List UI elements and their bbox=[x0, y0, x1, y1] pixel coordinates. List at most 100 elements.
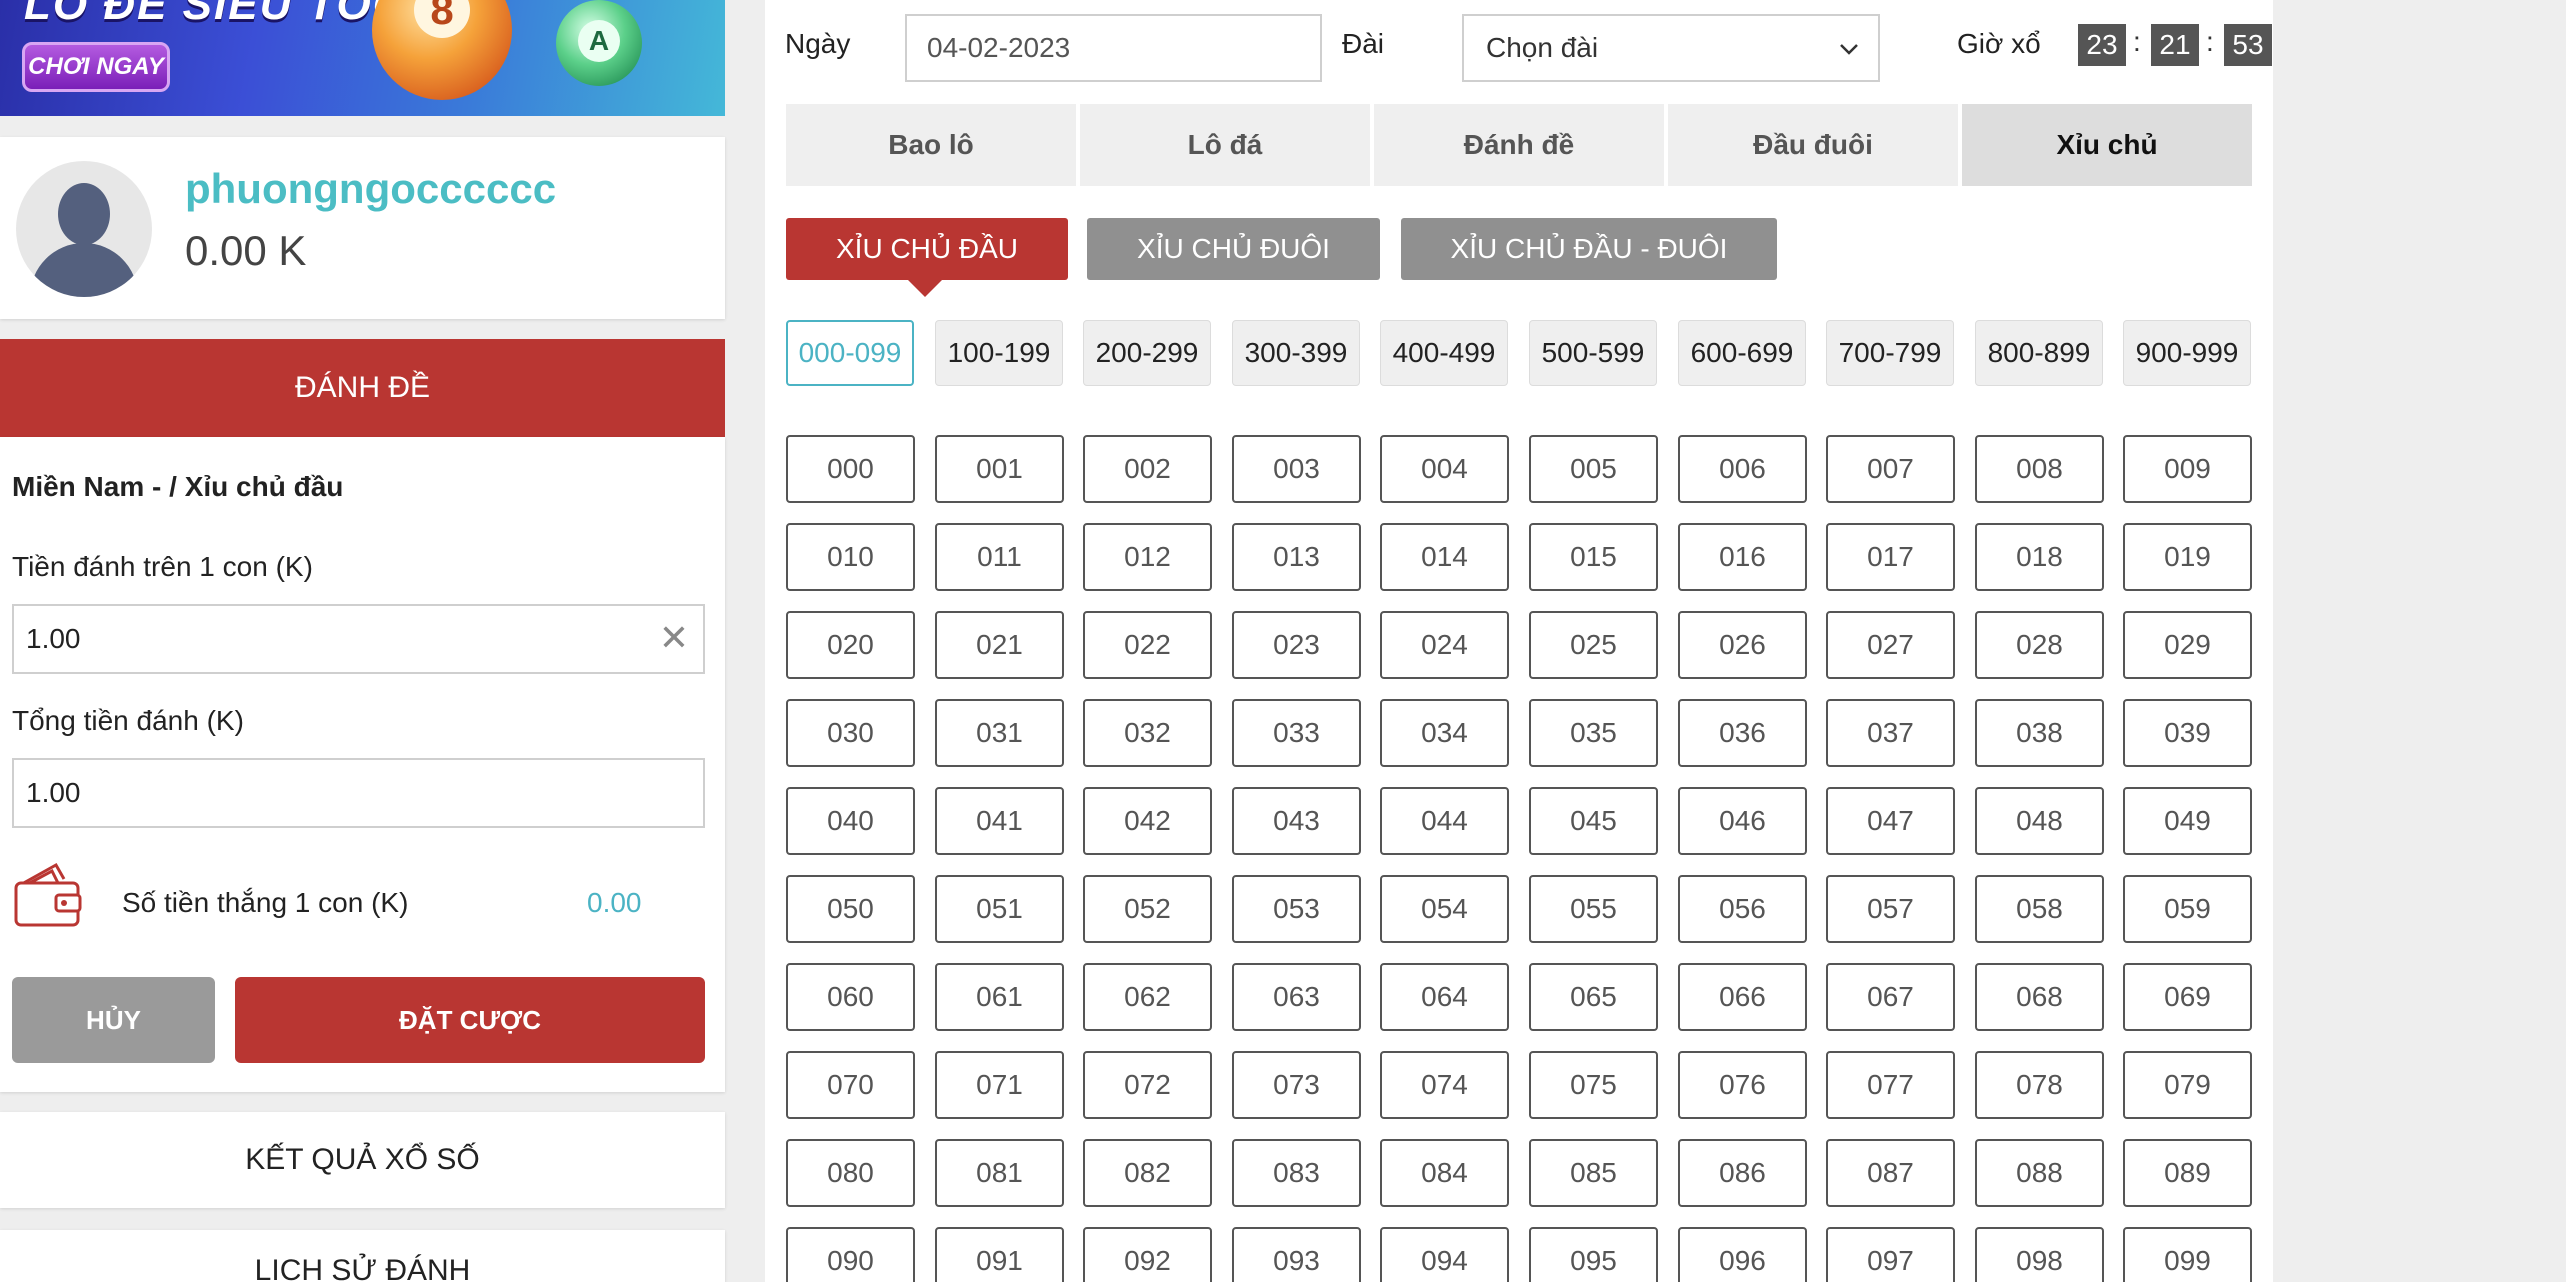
number-cell[interactable]: 063 bbox=[1232, 963, 1361, 1031]
number-cell[interactable]: 035 bbox=[1529, 699, 1658, 767]
number-cell[interactable]: 020 bbox=[786, 611, 915, 679]
range-button[interactable]: 600-699 bbox=[1678, 320, 1806, 386]
number-cell[interactable]: 076 bbox=[1678, 1051, 1807, 1119]
number-cell[interactable]: 015 bbox=[1529, 523, 1658, 591]
number-cell[interactable]: 074 bbox=[1380, 1051, 1509, 1119]
number-cell[interactable]: 039 bbox=[2123, 699, 2252, 767]
number-cell[interactable]: 011 bbox=[935, 523, 1064, 591]
number-cell[interactable]: 069 bbox=[2123, 963, 2252, 1031]
number-cell[interactable]: 068 bbox=[1975, 963, 2104, 1031]
number-cell[interactable]: 055 bbox=[1529, 875, 1658, 943]
number-cell[interactable]: 041 bbox=[935, 787, 1064, 855]
number-cell[interactable]: 070 bbox=[786, 1051, 915, 1119]
number-cell[interactable]: 072 bbox=[1083, 1051, 1212, 1119]
number-cell[interactable]: 090 bbox=[786, 1227, 915, 1282]
number-cell[interactable]: 010 bbox=[786, 523, 915, 591]
number-cell[interactable]: 079 bbox=[2123, 1051, 2252, 1119]
number-cell[interactable]: 094 bbox=[1380, 1227, 1509, 1282]
subtab-xiu-chu-dau-duoi[interactable]: XỈU CHỦ ĐẦU - ĐUÔI bbox=[1401, 218, 1777, 280]
number-cell[interactable]: 067 bbox=[1826, 963, 1955, 1031]
subtab-xiu-chu-dau[interactable]: XỈU CHỦ ĐẦU bbox=[786, 218, 1068, 280]
number-cell[interactable]: 033 bbox=[1232, 699, 1361, 767]
number-cell[interactable]: 062 bbox=[1083, 963, 1212, 1031]
number-cell[interactable]: 065 bbox=[1529, 963, 1658, 1031]
number-cell[interactable]: 023 bbox=[1232, 611, 1361, 679]
number-cell[interactable]: 036 bbox=[1678, 699, 1807, 767]
number-cell[interactable]: 095 bbox=[1529, 1227, 1658, 1282]
number-cell[interactable]: 012 bbox=[1083, 523, 1212, 591]
number-cell[interactable]: 009 bbox=[2123, 435, 2252, 503]
number-cell[interactable]: 026 bbox=[1678, 611, 1807, 679]
number-cell[interactable]: 064 bbox=[1380, 963, 1509, 1031]
number-cell[interactable]: 093 bbox=[1232, 1227, 1361, 1282]
number-cell[interactable]: 051 bbox=[935, 875, 1064, 943]
date-input[interactable]: 04-02-2023 bbox=[905, 14, 1322, 82]
number-cell[interactable]: 040 bbox=[786, 787, 915, 855]
number-cell[interactable]: 045 bbox=[1529, 787, 1658, 855]
number-cell[interactable]: 081 bbox=[935, 1139, 1064, 1207]
number-cell[interactable]: 086 bbox=[1678, 1139, 1807, 1207]
number-cell[interactable]: 048 bbox=[1975, 787, 2104, 855]
tab-lo-da[interactable]: Lô đá bbox=[1080, 104, 1370, 186]
stake-input[interactable]: 1.00 ✕ bbox=[12, 604, 705, 674]
number-cell[interactable]: 099 bbox=[2123, 1227, 2252, 1282]
tab-bao-lo[interactable]: Bao lô bbox=[786, 104, 1076, 186]
number-cell[interactable]: 034 bbox=[1380, 699, 1509, 767]
number-cell[interactable]: 005 bbox=[1529, 435, 1658, 503]
number-cell[interactable]: 057 bbox=[1826, 875, 1955, 943]
total-input[interactable]: 1.00 bbox=[12, 758, 705, 828]
number-cell[interactable]: 080 bbox=[786, 1139, 915, 1207]
range-button[interactable]: 400-499 bbox=[1380, 320, 1508, 386]
number-cell[interactable]: 054 bbox=[1380, 875, 1509, 943]
cancel-button[interactable]: HỦY bbox=[12, 977, 215, 1063]
number-cell[interactable]: 073 bbox=[1232, 1051, 1361, 1119]
number-cell[interactable]: 028 bbox=[1975, 611, 2104, 679]
number-cell[interactable]: 019 bbox=[2123, 523, 2252, 591]
number-cell[interactable]: 027 bbox=[1826, 611, 1955, 679]
range-button[interactable]: 200-299 bbox=[1083, 320, 1211, 386]
number-cell[interactable]: 014 bbox=[1380, 523, 1509, 591]
number-cell[interactable]: 025 bbox=[1529, 611, 1658, 679]
number-cell[interactable]: 066 bbox=[1678, 963, 1807, 1031]
results-link[interactable]: KẾT QUẢ XỔ SỐ bbox=[0, 1112, 725, 1208]
number-cell[interactable]: 030 bbox=[786, 699, 915, 767]
subtab-xiu-chu-duoi[interactable]: XỈU CHỦ ĐUÔI bbox=[1087, 218, 1380, 280]
number-cell[interactable]: 044 bbox=[1380, 787, 1509, 855]
number-cell[interactable]: 031 bbox=[935, 699, 1064, 767]
number-cell[interactable]: 089 bbox=[2123, 1139, 2252, 1207]
number-cell[interactable]: 049 bbox=[2123, 787, 2252, 855]
tab-danh-de[interactable]: Đánh đề bbox=[1374, 104, 1664, 186]
number-cell[interactable]: 059 bbox=[2123, 875, 2252, 943]
number-cell[interactable]: 092 bbox=[1083, 1227, 1212, 1282]
promo-banner[interactable]: LÔ ĐỀ SIÊU TỐC 8 A CHƠI NGAY bbox=[0, 0, 725, 116]
range-button[interactable]: 300-399 bbox=[1232, 320, 1360, 386]
range-button[interactable]: 900-999 bbox=[2123, 320, 2251, 386]
number-cell[interactable]: 018 bbox=[1975, 523, 2104, 591]
number-cell[interactable]: 046 bbox=[1678, 787, 1807, 855]
number-cell[interactable]: 078 bbox=[1975, 1051, 2104, 1119]
number-cell[interactable]: 061 bbox=[935, 963, 1064, 1031]
number-cell[interactable]: 052 bbox=[1083, 875, 1212, 943]
history-link[interactable]: LỊCH SỬ ĐÁNH bbox=[0, 1230, 725, 1282]
number-cell[interactable]: 004 bbox=[1380, 435, 1509, 503]
place-bet-button[interactable]: ĐẶT CƯỢC bbox=[235, 977, 705, 1063]
number-cell[interactable]: 088 bbox=[1975, 1139, 2104, 1207]
range-button[interactable]: 500-599 bbox=[1529, 320, 1657, 386]
number-cell[interactable]: 084 bbox=[1380, 1139, 1509, 1207]
number-cell[interactable]: 029 bbox=[2123, 611, 2252, 679]
range-button[interactable]: 000-099 bbox=[786, 320, 914, 386]
number-cell[interactable]: 098 bbox=[1975, 1227, 2104, 1282]
tab-xiu-chu[interactable]: Xỉu chủ bbox=[1962, 104, 2252, 186]
number-cell[interactable]: 002 bbox=[1083, 435, 1212, 503]
number-cell[interactable]: 007 bbox=[1826, 435, 1955, 503]
number-cell[interactable]: 022 bbox=[1083, 611, 1212, 679]
number-cell[interactable]: 037 bbox=[1826, 699, 1955, 767]
number-cell[interactable]: 038 bbox=[1975, 699, 2104, 767]
tab-dau-duoi[interactable]: Đầu đuôi bbox=[1668, 104, 1958, 186]
number-cell[interactable]: 008 bbox=[1975, 435, 2104, 503]
number-cell[interactable]: 042 bbox=[1083, 787, 1212, 855]
number-cell[interactable]: 075 bbox=[1529, 1051, 1658, 1119]
number-cell[interactable]: 060 bbox=[786, 963, 915, 1031]
number-cell[interactable]: 056 bbox=[1678, 875, 1807, 943]
number-cell[interactable]: 017 bbox=[1826, 523, 1955, 591]
